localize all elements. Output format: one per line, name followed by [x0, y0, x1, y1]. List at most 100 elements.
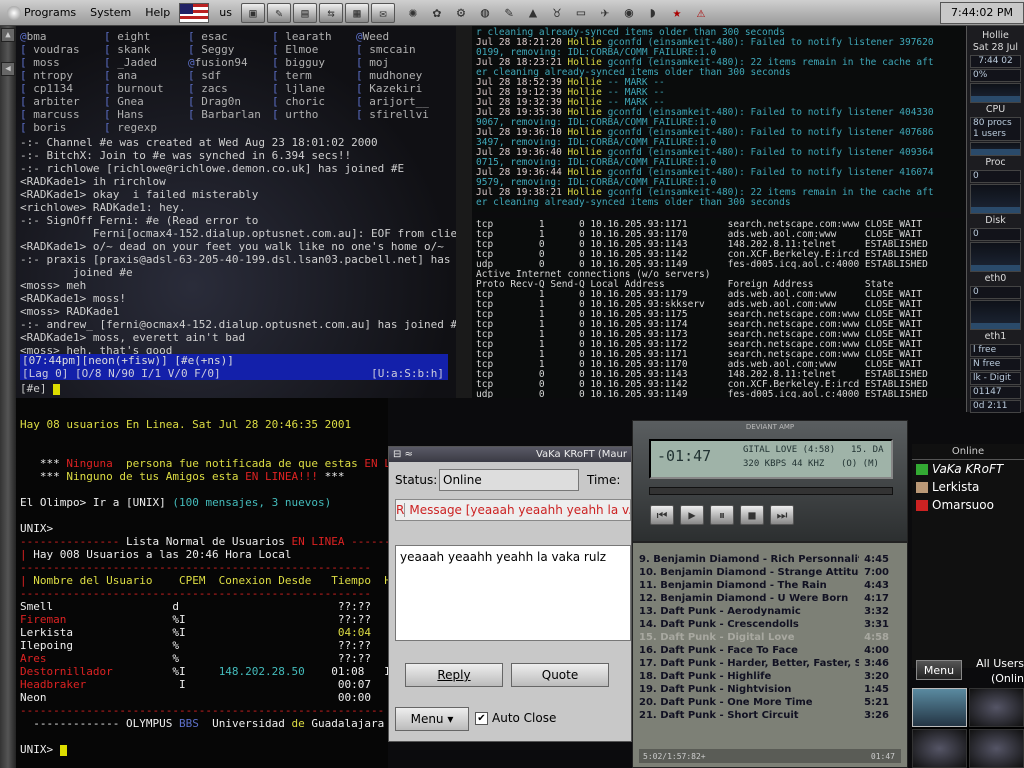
globe-icon[interactable]: ◍ [474, 3, 496, 23]
nick-entry[interactable]: [ arijort__ [356, 95, 440, 108]
netstat-terminal[interactable]: tcp 1 0 10.16.205.93:1171 search.netscap… [472, 218, 964, 398]
nick-entry[interactable]: [ moss [20, 56, 104, 69]
nick-entry[interactable]: @fusion94 [188, 56, 272, 69]
buddy-list[interactable]: Online VaKa KRoFT Lerkista Omarsuoo [912, 444, 1024, 668]
prev-icon[interactable]: ⏮ [650, 505, 674, 525]
nick-entry[interactable]: [ cp1134 [20, 82, 104, 95]
logout-icon[interactable]: ⚠ [690, 3, 712, 23]
buddy-item[interactable]: Omarsuoo [912, 496, 1024, 514]
nick-entry[interactable]: [ term [272, 69, 356, 82]
nick-entry[interactable]: [ bigguy [272, 56, 356, 69]
playlist-item[interactable]: 20. Daft Punk - One More Time 5:21 [639, 696, 889, 709]
auto-close-option[interactable]: ✔ Auto Close [475, 711, 556, 725]
nick-entry[interactable]: [ Gnea [104, 95, 188, 108]
stop-icon[interactable]: ■ [740, 505, 764, 525]
playlist-item[interactable]: 14. Daft Punk - Crescendolls 3:31 [639, 618, 889, 631]
desktop-icon[interactable]: ▣ [240, 2, 265, 23]
buddy-menu-button[interactable]: Menu [916, 660, 962, 680]
message-row[interactable]: R Message [yeaaah yeaahh yeahh la v...] [395, 499, 631, 521]
eye-icon[interactable]: ◉ [618, 3, 640, 23]
next-icon[interactable]: ⏭ [770, 505, 794, 525]
playlist-item[interactable]: 13. Daft Punk - Aerodynamic 3:32 [639, 605, 889, 618]
all-users-toggle[interactable]: All Users (Onlin [966, 656, 1024, 686]
playlist-item[interactable]: 15. Daft Punk - Digital Love 4:58 [639, 631, 889, 644]
disk-icon[interactable]: ▭ [570, 3, 592, 23]
nick-entry[interactable]: [ burnout [104, 82, 188, 95]
chat-menu-button[interactable]: Menu ▾ [395, 707, 469, 731]
keyboard-layout[interactable]: us [211, 6, 240, 19]
chat-window[interactable]: ⊟ ≈ VaKa KRoFT (Maur Status: Online Time… [388, 446, 632, 742]
media-player[interactable]: DEVIANT AMP -01:47 GITAL LOVE (4:58) 15.… [632, 420, 908, 542]
nick-entry[interactable]: [ skank [104, 43, 188, 56]
programs-menu[interactable]: Programs [0, 5, 83, 20]
red-star-icon[interactable]: ★ [666, 3, 688, 23]
nick-entry[interactable]: [ boris [20, 121, 104, 134]
plane-icon[interactable]: ✈ [594, 3, 616, 23]
pager-desk-3[interactable] [912, 729, 967, 768]
strip-up-icon[interactable]: ▲ [1, 28, 15, 42]
nick-entry[interactable]: [ Kazekiri [356, 82, 440, 95]
nick-entry[interactable]: [ urtho [272, 108, 356, 121]
nick-entry[interactable]: [ choric [272, 95, 356, 108]
nick-entry[interactable]: [ ntropy [20, 69, 104, 82]
playlist-item[interactable]: 17. Daft Punk - Harder, Better, Faster, … [639, 657, 889, 670]
chat-titlebar[interactable]: ⊟ ≈ VaKa KRoFT (Maur [389, 447, 631, 462]
nick-entry[interactable]: [ ana [104, 69, 188, 82]
playlist-window[interactable]: 9. Benjamin Diamond - Rich Personnality 4… [632, 542, 908, 768]
playlist-item[interactable]: 11. Benjamin Diamond - The Rain 4:43 [639, 579, 889, 592]
message-body[interactable]: yeaaah yeaahh yeahh la vaka rulz [395, 545, 631, 641]
pause-icon[interactable]: ⏸ [710, 505, 734, 525]
nick-entry[interactable]: [ Barbarlan [188, 108, 272, 121]
bbs-terminal[interactable]: Hay 08 usuarios En Linea. Sat Jul 28 20:… [16, 398, 388, 768]
nick-entry[interactable]: [ marcuss [20, 108, 104, 121]
seek-bar[interactable] [649, 487, 893, 495]
nick-entry[interactable]: @Weed [356, 30, 440, 43]
nick-entry[interactable]: [ moj [356, 56, 440, 69]
buddy-item[interactable]: VaKa KRoFT [912, 460, 1024, 478]
fish-icon[interactable]: ◗ [642, 3, 664, 23]
terminal-icon[interactable]: ▤ [292, 2, 317, 23]
nick-entry[interactable]: [ Hans [104, 108, 188, 121]
pager-desk-1[interactable] [912, 688, 967, 727]
panel-clock[interactable]: 7:44:02 PM [940, 1, 1024, 24]
desktop-pager[interactable] [912, 688, 1024, 768]
nick-entry[interactable]: [ learath [272, 30, 356, 43]
nick-entry[interactable]: [ Seggy [188, 43, 272, 56]
irc-input[interactable]: [#e] [20, 382, 61, 395]
mountain-icon[interactable]: ▲ [522, 3, 544, 23]
nick-entry[interactable]: [ mudhoney [356, 69, 440, 82]
nick-entry[interactable]: [ esac [188, 30, 272, 43]
play-icon[interactable]: ▶ [680, 505, 704, 525]
nick-entry[interactable]: [ ljlane [272, 82, 356, 95]
playlist-item[interactable]: 19. Daft Punk - Nightvision 1:45 [639, 683, 889, 696]
help-menu[interactable]: Help [138, 6, 177, 19]
gear-icon[interactable]: ⚙ [450, 3, 472, 23]
nick-entry[interactable]: [ voudras [20, 43, 104, 56]
nick-entry[interactable]: [ arbiter [20, 95, 104, 108]
playlist[interactable]: 9. Benjamin Diamond - Rich Personnality 4… [639, 553, 889, 743]
nick-entry[interactable]: [ eight [104, 30, 188, 43]
gnu-icon[interactable]: ♉ [546, 3, 568, 23]
reply-button[interactable]: Reply [405, 663, 503, 687]
syslog-terminal[interactable]: r cleaning already-synced items older th… [472, 26, 964, 212]
window-menu-icon[interactable]: ⊟ ≈ [393, 449, 413, 460]
playlist-item[interactable]: 18. Daft Punk - Highlife 3:20 [639, 670, 889, 683]
strip-down-icon[interactable]: ◀ [1, 62, 15, 76]
nick-entry[interactable]: [ smccain [356, 43, 440, 56]
pager-desk-4[interactable] [969, 729, 1024, 768]
flower-icon[interactable]: ✿ [426, 3, 448, 23]
nick-entry[interactable]: [ sdf [188, 69, 272, 82]
playlist-item[interactable]: 9. Benjamin Diamond - Rich Personnality 4… [639, 553, 889, 566]
irc-terminal[interactable]: @bma[ eight[ esac[ learath @Weed [ voudras… [16, 26, 456, 398]
nick-entry[interactable]: [ sfirellvi [356, 108, 440, 121]
nick-entry[interactable]: [ Elmoe [272, 43, 356, 56]
status-field[interactable]: Online [439, 469, 579, 491]
nick-entry[interactable]: [ Drag0n [188, 95, 272, 108]
nick-entry[interactable]: @bma [20, 30, 104, 43]
cell-icon[interactable]: ✺ [402, 3, 424, 23]
us-flag-icon[interactable] [179, 2, 210, 23]
playlist-item[interactable]: 21. Daft Punk - Short Circuit 3:26 [639, 709, 889, 722]
nick-entry[interactable]: [ _Jaded [104, 56, 188, 69]
auto-close-checkbox[interactable]: ✔ [475, 711, 488, 725]
playlist-item[interactable]: 10. Benjamin Diamond - Strange Attitude 7… [639, 566, 889, 579]
